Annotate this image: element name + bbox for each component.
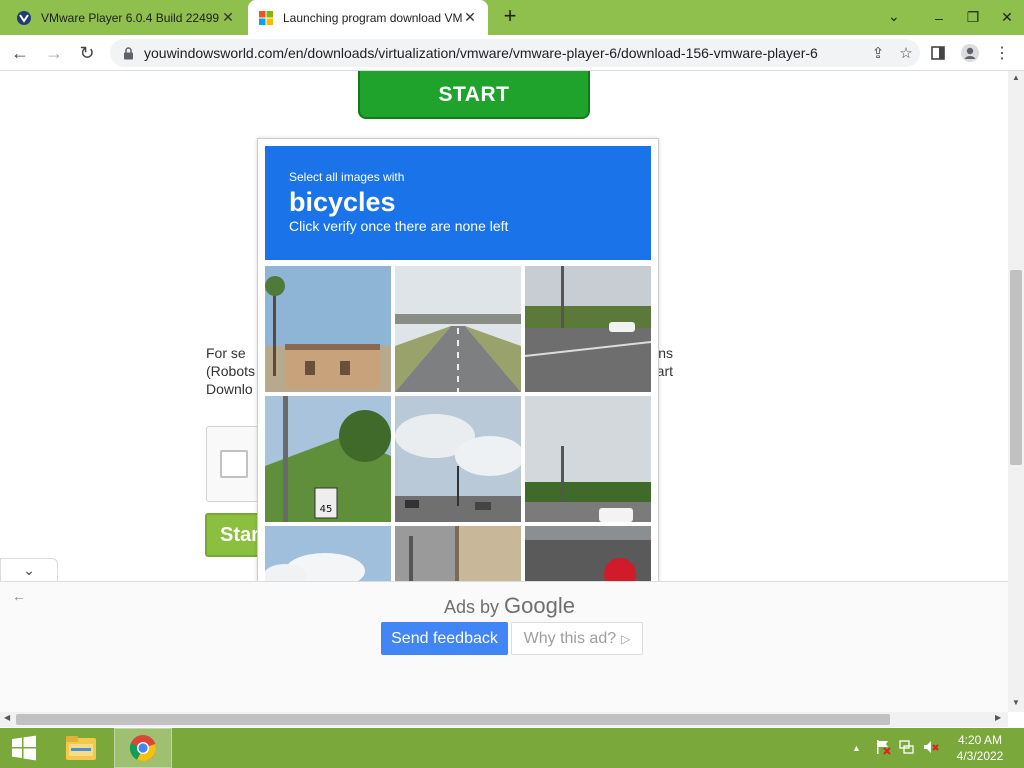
- horizontal-scrollbar[interactable]: ◀ ▶: [0, 712, 1008, 727]
- window-controls: – ❐ ✕: [922, 0, 1024, 35]
- minimize-icon[interactable]: –: [922, 0, 956, 35]
- action-center-flag-icon[interactable]: [875, 739, 891, 758]
- reload-icon[interactable]: ↻: [75, 41, 99, 65]
- tab-search-chevron-icon[interactable]: ⌄: [888, 8, 900, 25]
- chrome-taskbar-icon[interactable]: [114, 728, 172, 768]
- network-icon[interactable]: [899, 739, 915, 758]
- system-tray: ▲: [852, 728, 939, 768]
- profile-avatar-icon[interactable]: [958, 41, 982, 65]
- start-download-button[interactable]: Star: [205, 513, 265, 557]
- side-panel-icon[interactable]: [926, 41, 950, 65]
- captcha-target-word: bicycles: [289, 187, 396, 217]
- address-bar[interactable]: youwindowsworld.com/en/downloads/virtual…: [110, 39, 920, 67]
- windows-taskbar: ▲ 4:20 AM 4/3/2022: [0, 728, 1024, 768]
- tab-launching-download[interactable]: Launching program download VMware Player…: [248, 0, 488, 35]
- show-hidden-icons-icon[interactable]: ▲: [852, 743, 861, 753]
- start-download-top-button[interactable]: START: [358, 71, 590, 119]
- windows-start-icon[interactable]: [0, 728, 48, 768]
- new-tab-button[interactable]: +: [498, 5, 522, 29]
- scroll-up-icon[interactable]: ▲: [1008, 73, 1024, 82]
- close-tab-icon[interactable]: ✕: [462, 9, 478, 26]
- horizontal-scroll-thumb[interactable]: [16, 714, 890, 725]
- ads-by-google: Ads by Google: [444, 593, 575, 618]
- play-triangle-icon: ▷: [621, 631, 631, 646]
- scroll-left-icon[interactable]: ◀: [4, 713, 10, 722]
- why-this-ad-button[interactable]: Why this ad? ▷: [511, 622, 643, 655]
- tab-title: VMware Player 6.0.4 Build 2249910: [41, 10, 220, 25]
- close-tab-icon[interactable]: ✕: [220, 9, 236, 26]
- forward-arrow-icon[interactable]: →: [42, 41, 66, 65]
- captcha-header: Select all images with bicycles Click ve…: [265, 146, 651, 260]
- captcha-tile[interactable]: [395, 266, 521, 392]
- ad-back-arrow-icon[interactable]: ←: [12, 588, 26, 604]
- tab-title: Launching program download VMware Player…: [283, 10, 462, 25]
- google-logo: Google: [504, 593, 575, 618]
- vertical-scrollbar[interactable]: ▲ ▼: [1008, 71, 1024, 712]
- vmware-favicon-icon: [17, 10, 31, 25]
- clock-date: 4/3/2022: [956, 749, 1004, 763]
- lock-icon[interactable]: [120, 45, 136, 61]
- bookmark-star-icon[interactable]: ☆: [892, 44, 920, 62]
- web-page: START For se ns (Robots art Downlo Star Se…: [0, 71, 1008, 712]
- captcha-tile[interactable]: [265, 266, 391, 392]
- captcha-tile[interactable]: [395, 396, 521, 522]
- back-arrow-icon[interactable]: ←: [8, 41, 32, 65]
- vertical-scroll-thumb[interactable]: [1010, 270, 1022, 465]
- captcha-tile[interactable]: [525, 396, 651, 522]
- captcha-tile[interactable]: [525, 266, 651, 392]
- more-menu-icon[interactable]: ⋮: [990, 41, 1014, 65]
- captcha-sub-instruction: Click verify once there are none left: [289, 218, 509, 234]
- scroll-down-icon[interactable]: ▼: [1008, 698, 1024, 707]
- ad-bar: ← Ads by Google Send feedback Why this a…: [0, 581, 1008, 712]
- tab-strip: VMware Player 6.0.4 Build 2249910 ✕ Laun…: [0, 0, 1024, 35]
- url-text[interactable]: youwindowsworld.com/en/downloads/virtual…: [144, 45, 864, 61]
- svg-text:45: 45: [320, 504, 333, 515]
- share-icon[interactable]: ⇪: [864, 44, 892, 62]
- captcha-challenge: Select all images with bicycles Click ve…: [257, 138, 659, 652]
- windows-favicon-icon: [259, 10, 273, 25]
- taskbar-clock[interactable]: 4:20 AM 4/3/2022: [946, 732, 1014, 764]
- collapse-ad-button[interactable]: ⌄: [0, 558, 58, 582]
- clock-time: 4:20 AM: [957, 733, 1003, 747]
- tab-vmware-player[interactable]: VMware Player 6.0.4 Build 2249910 ✕: [6, 0, 246, 35]
- browser-toolbar: ← → ↻ youwindowsworld.com/en/downloads/v…: [0, 35, 1024, 71]
- file-explorer-icon[interactable]: [52, 728, 110, 768]
- volume-muted-icon[interactable]: [923, 739, 939, 758]
- scroll-right-icon[interactable]: ▶: [995, 713, 1001, 722]
- close-window-icon[interactable]: ✕: [990, 0, 1024, 35]
- restore-icon[interactable]: ❐: [956, 0, 990, 35]
- captcha-instruction: Select all images with: [289, 170, 405, 184]
- send-feedback-button[interactable]: Send feedback: [381, 622, 508, 655]
- captcha-tile[interactable]: 45: [265, 396, 391, 522]
- recaptcha-checkbox[interactable]: [220, 450, 248, 478]
